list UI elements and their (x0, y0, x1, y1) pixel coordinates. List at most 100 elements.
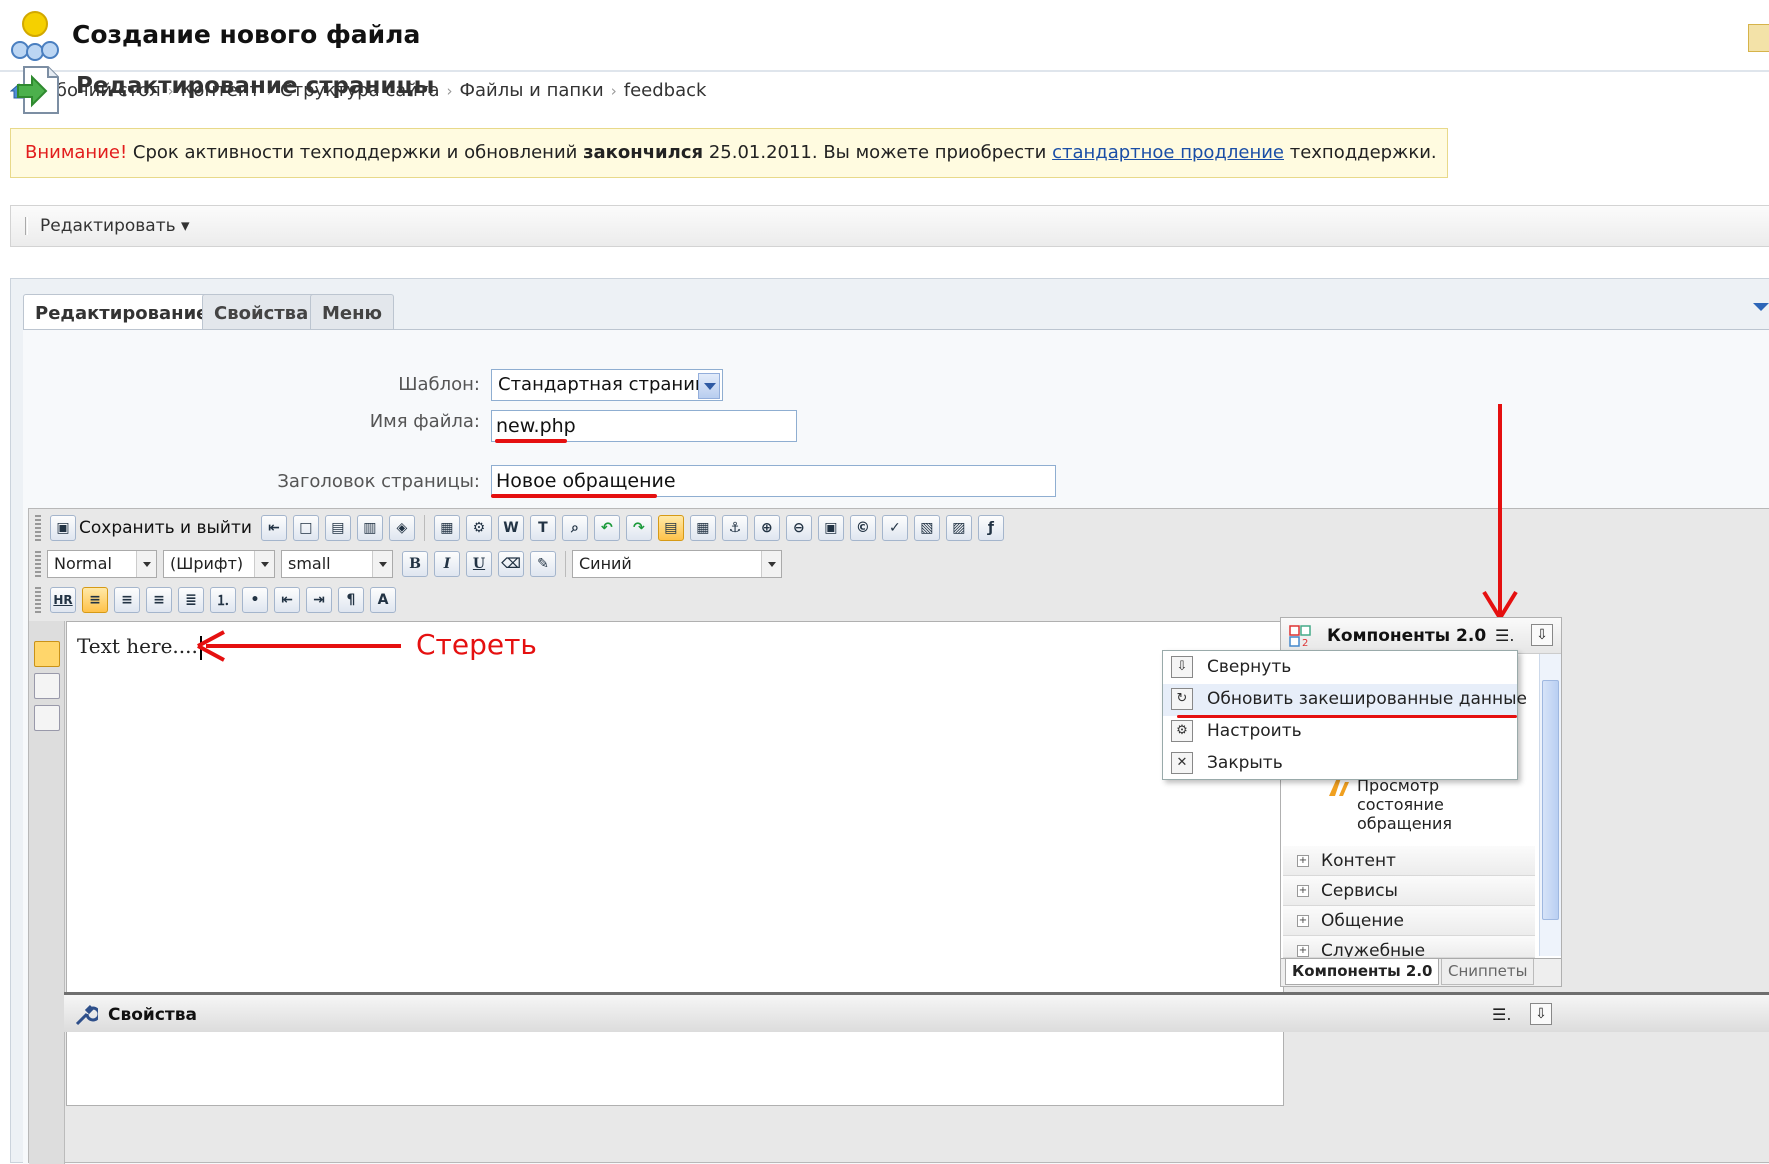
redo-icon[interactable]: ↷ (625, 515, 652, 541)
page-title-input[interactable]: Новое обращение (491, 465, 1056, 497)
format-select[interactable]: Normal (47, 550, 157, 578)
preview-icon[interactable]: ◈ (388, 515, 415, 541)
category-communication[interactable]: + Общение (1283, 906, 1535, 936)
table-icon[interactable]: ▤ (657, 515, 684, 541)
menu-icon[interactable]: ☰. (1495, 626, 1514, 645)
italic-button[interactable]: I (434, 551, 460, 577)
tab-snippets[interactable]: Сниппеты (1441, 959, 1535, 985)
eraser-icon[interactable]: ⌫ (498, 551, 524, 577)
menu-item-configure[interactable]: ⚙ Настроить (1163, 716, 1517, 748)
template-icon[interactable]: ▦ (433, 515, 460, 541)
menu-item-close[interactable]: ✕ Закрыть (1163, 748, 1517, 780)
wysiwyg-view-icon[interactable] (34, 641, 60, 667)
page-title: Создание нового файла (72, 20, 421, 49)
underline-button[interactable]: U (466, 551, 492, 577)
save-disk-icon[interactable]: ▤ (324, 515, 351, 541)
category-label: Служебные (1321, 941, 1426, 958)
color-select[interactable]: Синий (572, 550, 782, 578)
editor-content-area[interactable]: Text here.... (66, 621, 1284, 1106)
dock-icon[interactable]: ⇩ (1530, 1003, 1552, 1025)
insert-table-icon[interactable]: ▦ (689, 515, 716, 541)
image-icon[interactable]: ▣ (817, 515, 844, 541)
menu-icon[interactable]: ☰. (1492, 1005, 1511, 1024)
breadcrumb-separator: › (610, 81, 617, 100)
menu-item-refresh-cache[interactable]: ↻ Обновить закешированные данные (1163, 684, 1527, 716)
size-select[interactable]: small (281, 550, 393, 578)
font-select[interactable]: (Шрифт) (163, 550, 275, 578)
support-warning-banner: Внимание! Срок активности техподдержки и… (10, 128, 1448, 178)
save-exit-button[interactable]: Сохранить и выйти (79, 518, 252, 538)
align-center-icon[interactable]: ≡ (114, 587, 140, 613)
new-page-icon[interactable]: □ (292, 515, 319, 541)
exit-icon[interactable]: ⇤ (260, 515, 287, 541)
components-context-menu: ⇩ Свернуть ↻ Обновить закешированные данны… (1162, 650, 1527, 780)
annotation-erase-label: Стереть (416, 628, 537, 661)
align-justify-icon[interactable]: ≣ (178, 587, 204, 613)
align-right-icon[interactable]: ≡ (146, 587, 172, 613)
components-header: 2 Компоненты 2.0 ☰. ⇩ (1281, 618, 1561, 654)
save-template-icon[interactable]: ▧ (913, 515, 940, 541)
renewal-link[interactable]: стандартное продление (1052, 142, 1284, 163)
category-content[interactable]: + Контент (1283, 846, 1535, 876)
menu-item-label: Закрыть (1207, 753, 1283, 773)
component-item[interactable]: Просмотр состояние обращения (1357, 776, 1477, 833)
template-select[interactable]: Стандартная страница (491, 369, 723, 401)
paste-text-icon[interactable]: T (529, 515, 556, 541)
tab-menu[interactable]: Меню (310, 294, 395, 330)
special-char-icon[interactable]: © (849, 515, 876, 541)
editor-text-value: Text here.... (77, 634, 198, 658)
panel-collapse-icon[interactable] (1753, 303, 1769, 311)
split-view-icon[interactable] (34, 705, 60, 731)
clean-format-icon[interactable]: ✎ (530, 551, 556, 577)
spellcheck-icon[interactable]: ✓ (881, 515, 908, 541)
warning-text: техподдержки. (1284, 142, 1437, 163)
settings-icon[interactable]: ⚙ (465, 515, 492, 541)
unordered-list-icon[interactable]: • (242, 587, 268, 613)
breadcrumb-item[interactable]: Файлы и папки (460, 80, 604, 101)
refresh-icon: ↻ (1171, 688, 1193, 710)
align-left-icon[interactable]: ≡ (82, 587, 108, 613)
find-icon[interactable]: ⌕ (561, 515, 588, 541)
warning-prefix: Внимание! (25, 142, 128, 163)
scrollbar-thumb[interactable] (1542, 680, 1559, 920)
save-content-icon[interactable]: ▨ (945, 515, 972, 541)
paste-word-icon[interactable]: W (497, 515, 524, 541)
code-view-icon[interactable] (34, 673, 60, 699)
category-utility[interactable]: + Служебные (1283, 936, 1535, 958)
ordered-list-icon[interactable]: ⒈ (210, 587, 236, 613)
category-label: Контент (1321, 851, 1396, 871)
components-scrollbar[interactable] (1539, 654, 1561, 956)
warning-bold: закончился (583, 142, 704, 163)
editor-text[interactable]: Text here.... (77, 634, 202, 660)
link-icon[interactable]: ⊕ (753, 515, 780, 541)
undo-icon[interactable]: ↶ (593, 515, 620, 541)
save-as-icon[interactable]: ▥ (356, 515, 383, 541)
tab-components[interactable]: Компоненты 2.0 (1285, 959, 1440, 985)
hr-button[interactable]: HR (50, 587, 76, 613)
category-services[interactable]: + Сервисы (1283, 876, 1535, 906)
color-select-value: Синий (579, 554, 632, 573)
font-color-icon[interactable]: A (370, 587, 396, 613)
settings-corner-icon[interactable] (1748, 24, 1769, 52)
anchor-icon[interactable]: ⚓ (721, 515, 748, 541)
size-select-value: small (288, 554, 331, 573)
svg-text:2: 2 (1302, 638, 1308, 647)
outdent-icon[interactable]: ⇤ (274, 587, 300, 613)
unlink-icon[interactable]: ⊖ (785, 515, 812, 541)
breadcrumb-item-current[interactable]: feedback (624, 80, 707, 101)
menu-item-label: Настроить (1207, 721, 1302, 741)
filename-input[interactable]: new.php (491, 410, 797, 442)
menu-item-collapse[interactable]: ⇩ Свернуть (1163, 652, 1517, 684)
view-mode-rail (29, 621, 65, 1164)
direction-icon[interactable]: ¶ (338, 587, 364, 613)
tab-properties[interactable]: Свойства (202, 294, 321, 330)
dock-icon[interactable]: ⇩ (1531, 624, 1553, 646)
save-icon[interactable]: ▣ (50, 515, 76, 541)
chevron-down-icon[interactable] (698, 373, 720, 399)
bold-button[interactable]: B (402, 551, 428, 577)
tab-editing[interactable]: Редактирование (23, 294, 221, 332)
indent-icon[interactable]: ⇥ (306, 587, 332, 613)
flash-icon[interactable]: ƒ (977, 515, 1004, 541)
edit-menu-button[interactable]: Редактировать ▾ (25, 216, 190, 236)
annotation-underline (491, 494, 657, 498)
